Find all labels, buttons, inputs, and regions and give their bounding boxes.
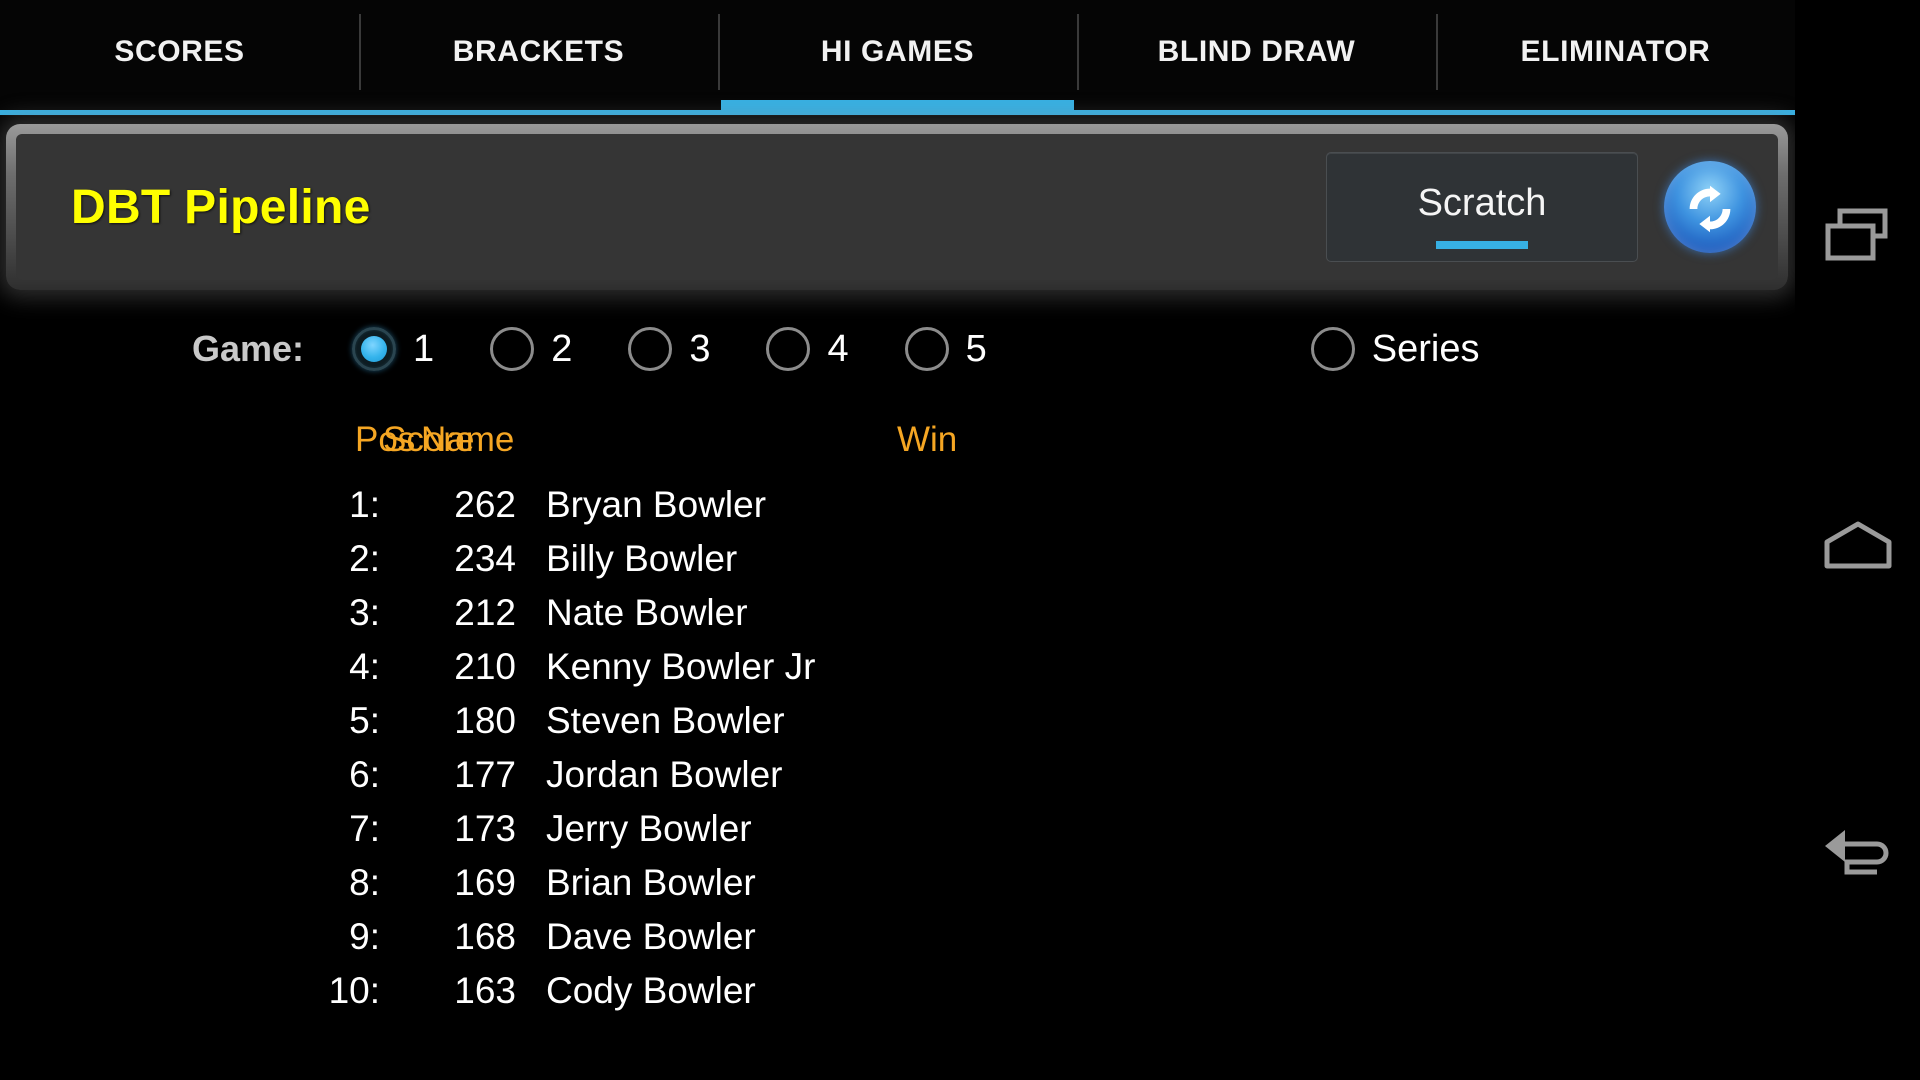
column-header-win: Win [897, 420, 958, 459]
page-title: DBT Pipeline [71, 180, 371, 234]
radio-dot[interactable] [904, 327, 949, 371]
column-header-name: Name [421, 420, 515, 459]
cell-name: Nate Bowler [546, 592, 748, 633]
cell-name: Kenny Bowler Jr [546, 646, 816, 687]
cell-name: Billy Bowler [546, 538, 738, 579]
refresh-icon [1679, 176, 1741, 238]
cell-pos: 2: [349, 538, 380, 579]
cell-name: Jordan Bowler [546, 754, 783, 795]
back-button[interactable] [1795, 780, 1920, 930]
table-body: 1: 262 Bryan Bowler 2: 234 Billy Bowler 3: 212 N… [0, 478, 1795, 1018]
tab-label: SCORES [114, 35, 245, 68]
cell-score: 169 [454, 862, 516, 903]
radio-label: 1 [413, 327, 435, 370]
game-selector-row: Game: 1 2 3 4 5 Series [0, 312, 1795, 386]
scratch-button[interactable]: Scratch [1326, 152, 1638, 262]
cell-name: Dave Bowler [546, 916, 756, 957]
panel-actions: Scratch [1326, 152, 1756, 262]
cell-pos: 1: [349, 484, 380, 525]
refresh-button[interactable] [1664, 161, 1756, 253]
tab-label: BRACKETS [452, 35, 625, 68]
game-radio-4[interactable]: 4 [766, 327, 849, 371]
table-row[interactable]: 7: 173 Jerry Bowler [0, 802, 1795, 856]
cell-pos: 8: [349, 862, 380, 903]
hi-games-table: Pos Score Name Win 1: 262 Bryan Bowler 2: 23… [0, 420, 1795, 1018]
tab-blind-draw[interactable]: BLIND DRAW [1077, 0, 1436, 116]
cell-score: 262 [454, 484, 516, 525]
radio-dot[interactable] [628, 327, 673, 371]
cell-pos: 3: [349, 592, 380, 633]
table-row[interactable]: 2: 234 Billy Bowler [0, 532, 1795, 586]
cell-score: 163 [454, 970, 516, 1011]
radio-label: 4 [827, 327, 849, 370]
cell-pos: 10: [328, 970, 380, 1011]
table-row[interactable]: 10: 163 Cody Bowler [0, 964, 1795, 1018]
radio-dot[interactable] [1310, 327, 1355, 371]
tab-label: BLIND DRAW [1157, 35, 1356, 68]
cell-score: 212 [454, 592, 516, 633]
radio-label: Series [1371, 327, 1480, 370]
app-root: SCORES BRACKETS HI GAMES BLIND DRAW ELIMINAT… [0, 0, 1920, 1080]
game-radio-group: 1 2 3 4 5 Series [352, 327, 1479, 371]
cell-score: 210 [454, 646, 516, 687]
game-selector-label: Game: [192, 328, 305, 369]
radio-dot[interactable] [352, 327, 397, 371]
cell-name: Bryan Bowler [546, 484, 767, 525]
cell-pos: 7: [349, 808, 380, 849]
column-header-pos: Pos [355, 420, 416, 459]
table-row[interactable]: 6: 177 Jordan Bowler [0, 748, 1795, 802]
table-row[interactable]: 9: 168 Dave Bowler [0, 910, 1795, 964]
cell-name: Steven Bowler [546, 700, 785, 741]
scratch-button-label: Scratch [1417, 181, 1547, 224]
cell-score: 177 [454, 754, 516, 795]
game-radio-3[interactable]: 3 [628, 327, 710, 371]
table-row[interactable]: 1: 262 Bryan Bowler [0, 478, 1795, 532]
cell-score: 180 [454, 700, 516, 741]
recents-button[interactable] [1795, 160, 1920, 310]
radio-dot[interactable] [490, 327, 535, 371]
cell-score: 168 [454, 916, 516, 957]
system-nav-bar [1795, 0, 1920, 1080]
tab-eliminator[interactable]: ELIMINATOR [1436, 0, 1795, 116]
table-header-row: Pos Score Name Win [0, 420, 1795, 460]
home-button[interactable] [1795, 470, 1920, 620]
radio-dot[interactable] [766, 327, 811, 371]
radio-label: 3 [689, 327, 711, 370]
tab-brackets[interactable]: BRACKETS [359, 0, 718, 116]
cell-name: Brian Bowler [546, 862, 756, 903]
radio-label: 5 [965, 327, 987, 370]
game-radio-2[interactable]: 2 [490, 327, 572, 371]
tab-label: HI GAMES [820, 35, 975, 68]
cell-pos: 4: [349, 646, 380, 687]
table-row[interactable]: 8: 169 Brian Bowler [0, 856, 1795, 910]
cell-score: 173 [454, 808, 516, 849]
radio-label: 2 [551, 327, 573, 370]
table-row[interactable]: 3: 212 Nate Bowler [0, 586, 1795, 640]
cell-pos: 6: [349, 754, 380, 795]
back-icon [1819, 826, 1897, 884]
tab-scores[interactable]: SCORES [0, 0, 359, 116]
tab-label: ELIMINATOR [1520, 35, 1711, 68]
cell-name: Jerry Bowler [546, 808, 752, 849]
tab-bar: SCORES BRACKETS HI GAMES BLIND DRAW ELIMINAT… [0, 0, 1795, 116]
cell-name: Cody Bowler [546, 970, 756, 1011]
scratch-button-underline [1436, 241, 1528, 249]
panel-inner: DBT Pipeline Scratch [16, 134, 1778, 280]
cell-pos: 5: [349, 700, 380, 741]
table-row[interactable]: 5: 180 Steven Bowler [0, 694, 1795, 748]
cell-pos: 9: [349, 916, 380, 957]
game-radio-5[interactable]: 5 [904, 327, 987, 371]
tab-hi-games[interactable]: HI GAMES [718, 0, 1077, 116]
game-radio-1[interactable]: 1 [352, 327, 434, 371]
recents-icon [1821, 204, 1895, 266]
column-header-score: Score [383, 420, 475, 459]
home-icon [1821, 520, 1895, 570]
game-radio-series[interactable]: Series [1310, 327, 1480, 371]
table-row[interactable]: 4: 210 Kenny Bowler Jr [0, 640, 1795, 694]
active-tab-indicator [721, 100, 1074, 115]
cell-score: 234 [454, 538, 516, 579]
title-panel: DBT Pipeline Scratch [6, 124, 1788, 290]
